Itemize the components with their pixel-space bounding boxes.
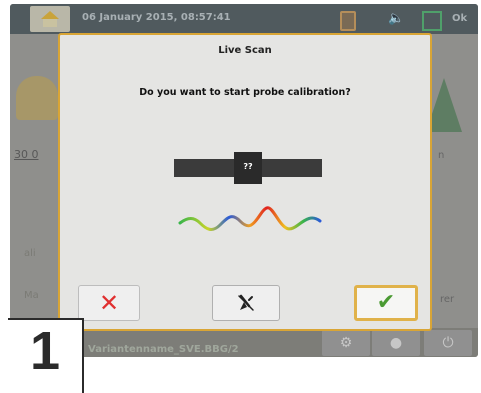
manual-figure: 06 January 2015, 08:57:41 🔈 Ok 30 0 ali … bbox=[0, 0, 481, 393]
settings-icon: ⚙ bbox=[339, 335, 353, 351]
device-screen: 06 January 2015, 08:57:41 🔈 Ok 30 0 ali … bbox=[10, 4, 478, 357]
settings-button[interactable]: ⚙ bbox=[322, 330, 370, 356]
dialog-question: Do you want to start probe calibration? bbox=[139, 87, 351, 98]
confirm-button[interactable]: ✔ bbox=[354, 285, 418, 321]
status-bar: 06 January 2015, 08:57:41 🔈 Ok bbox=[10, 4, 478, 34]
info-button[interactable]: ● bbox=[372, 330, 420, 356]
step-number: 1 bbox=[29, 321, 61, 381]
info-icon: ● bbox=[389, 335, 403, 351]
chart-icon[interactable] bbox=[422, 11, 442, 31]
background-bucket-icon bbox=[16, 76, 58, 120]
datetime-label: 06 January 2015, 08:57:41 bbox=[82, 12, 231, 23]
ok-label: Ok bbox=[452, 13, 468, 24]
step-number-badge: 1 bbox=[8, 318, 84, 393]
power-button[interactable]: ⏻ bbox=[424, 330, 472, 356]
home-icon bbox=[41, 11, 59, 19]
check-icon: ✔ bbox=[376, 290, 396, 315]
probe-off-button[interactable] bbox=[212, 285, 280, 321]
battery-icon bbox=[340, 11, 356, 31]
background-label: Ma bbox=[24, 290, 39, 301]
filename-label: Variantenname_SVE.BBG/2 bbox=[88, 344, 239, 355]
home-button[interactable] bbox=[30, 6, 70, 32]
background-label: ali bbox=[24, 248, 36, 259]
dialog-title: Live Scan bbox=[218, 45, 272, 56]
background-label: n bbox=[438, 150, 445, 161]
cancel-button[interactable]: ✕ bbox=[78, 285, 140, 321]
background-label: rer bbox=[440, 294, 455, 305]
signal-wave-icon bbox=[178, 206, 322, 231]
probe-off-icon bbox=[238, 294, 254, 311]
probe-value: ?? bbox=[243, 162, 253, 171]
speaker-icon[interactable]: 🔈 bbox=[388, 11, 404, 27]
power-icon: ⏻ bbox=[442, 335, 454, 351]
calibration-dialog: Live Scan Do you want to start probe cal… bbox=[58, 33, 432, 331]
close-icon: ✕ bbox=[98, 289, 120, 317]
background-value: 30 0 bbox=[14, 148, 39, 161]
